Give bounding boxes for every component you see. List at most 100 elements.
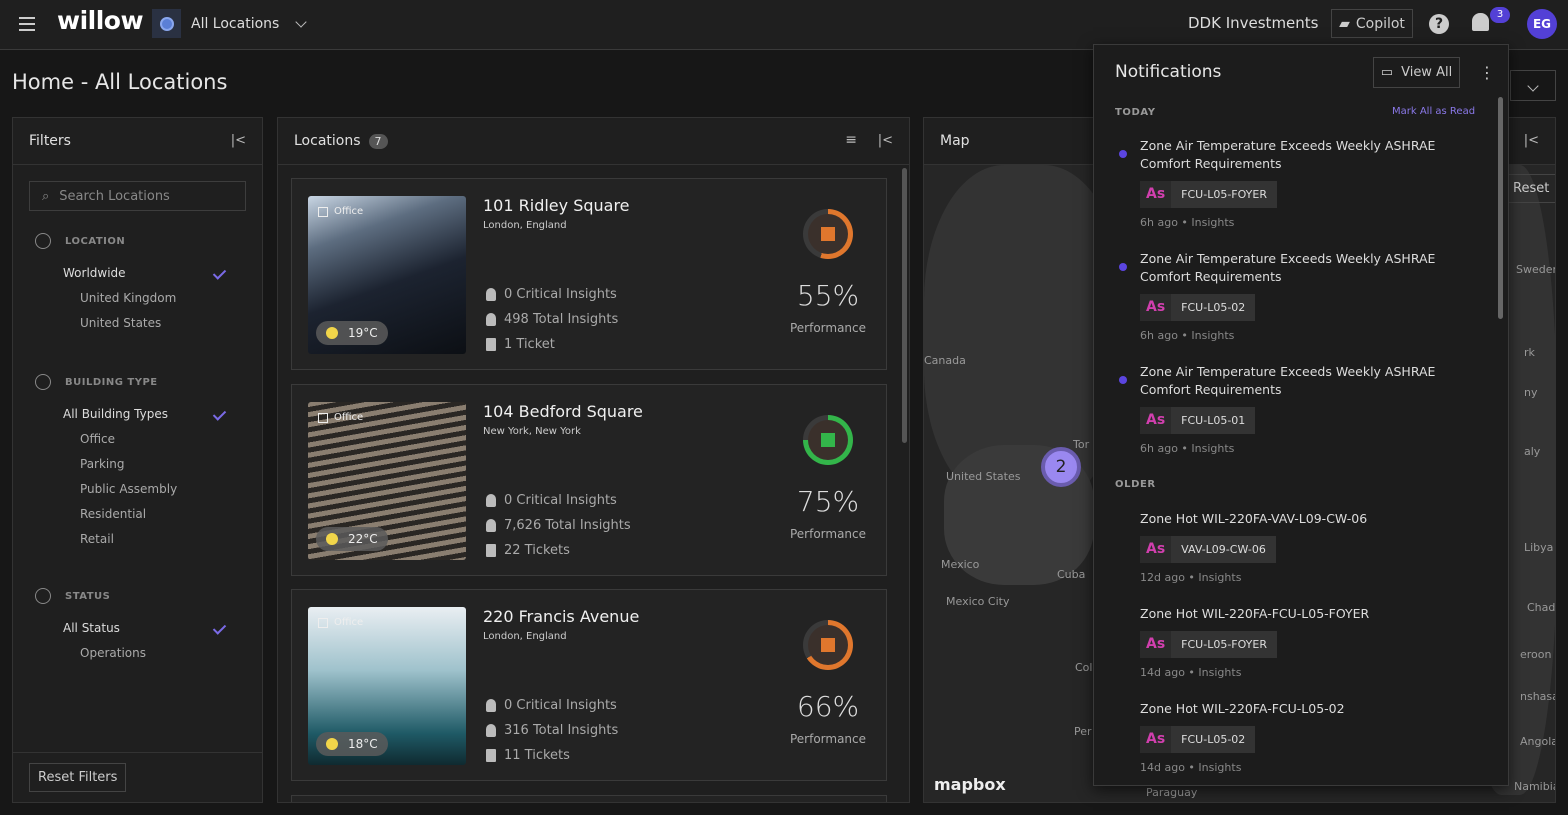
weather-badge: 18°C [316,732,388,756]
notification-time: 6h ago [1140,329,1178,342]
help-icon[interactable]: ? [1429,14,1449,34]
asset-chip[interactable]: As FCU-L05-02 [1140,726,1256,753]
building-image: Office 19°C [308,196,466,354]
asset-chip[interactable]: As VAV-L09-CW-06 [1140,536,1276,563]
collapse-icon[interactable]: |< [231,133,246,148]
notifications-title: Notifications [1115,62,1222,82]
view-all-button[interactable]: ▭ View All [1373,57,1460,88]
group-today: TODAY [1115,107,1156,118]
building-icon [318,412,328,423]
check-icon [212,266,227,280]
asset-badge: As [1140,181,1172,208]
sort-icon[interactable]: ≡ [845,132,857,148]
map-label: nshasa [1520,690,1556,703]
map-reset-button[interactable]: Reset [1504,174,1555,203]
notification-item[interactable]: Zone Hot WIL-220FA-FCU-L05-FOYER As FCU-L… [1140,605,1480,679]
notification-source: Insights [1191,216,1235,229]
reset-filters-button[interactable]: Reset Filters [29,763,127,792]
building-icon [35,374,51,390]
filter-option[interactable]: All Building Types [13,402,262,427]
map-label: Libya [1524,541,1554,554]
asset-badge: As [1140,536,1172,563]
weather-icon [326,738,338,750]
map-title: Map [940,133,970,149]
filter-option[interactable]: United States [13,311,262,336]
location-card[interactable]: Office 19°C 101 Ridley Square London, En… [291,178,887,370]
collapse-icon[interactable]: |< [1524,133,1539,148]
filter-option[interactable]: Public Assembly [13,477,262,502]
notification-source: Insights [1191,329,1235,342]
asset-badge: As [1140,726,1172,753]
map-cluster-marker[interactable]: 2 [1041,447,1081,487]
location-card[interactable] [291,795,887,802]
location-name[interactable]: 220 Francis Avenue [483,607,639,626]
asset-badge: As [1140,631,1172,658]
weather-icon [326,327,338,339]
location-card[interactable]: Office 22°C 104 Bedford Square New York,… [291,384,887,576]
locations-title: Locations [294,133,361,149]
map-label: Canada [924,354,966,367]
unread-dot [1119,263,1127,271]
locations-panel: Locations 7 ≡ |< Office 19°C 101 Ridley S… [277,117,910,803]
clipboard-icon [486,338,496,351]
filter-option[interactable]: Parking [13,452,262,477]
notification-item[interactable]: Zone Air Temperature Exceeds Weekly ASHR… [1119,137,1480,229]
location-name[interactable]: 101 Ridley Square [483,196,630,215]
asset-chip[interactable]: As FCU-L05-FOYER [1140,181,1277,208]
copilot-label: Copilot [1355,15,1405,32]
willow-logo[interactable]: willow [57,6,144,35]
notification-source: Insights [1191,442,1235,455]
notification-item[interactable]: Zone Air Temperature Exceeds Weekly ASHR… [1119,363,1480,455]
performance-label: Performance [789,732,867,746]
location-address: New York, New York [483,426,581,437]
building-image: Office 22°C [308,402,466,560]
notification-title: Zone Air Temperature Exceeds Weekly ASHR… [1140,138,1436,171]
weather-badge: 19°C [316,321,388,345]
performance-ring [803,620,853,670]
organization-name[interactable]: DDK Investments [1188,14,1318,32]
filter-option[interactable]: Operations [13,641,262,666]
lightbulb-icon [486,724,496,737]
asset-chip[interactable]: As FCU-L05-01 [1140,407,1256,434]
copilot-button[interactable]: ▰ Copilot [1331,9,1413,38]
filter-option[interactable]: All Status [13,616,262,641]
scrollbar[interactable] [1498,97,1503,319]
map-label: Per [1074,725,1092,738]
menu-icon[interactable] [19,17,35,31]
asset-chip[interactable]: As FCU-L05-02 [1140,294,1256,321]
filter-option[interactable]: Residential [13,502,262,527]
notification-source: Insights [1198,666,1242,679]
location-card[interactable]: Office 18°C 220 Francis Avenue London, E… [291,589,887,781]
filter-option[interactable]: Retail [13,527,262,552]
location-selector[interactable]: All Locations [152,9,307,38]
group-older: OLDER [1115,479,1156,490]
more-options-icon[interactable]: ⋮ [1479,63,1495,82]
bell-icon[interactable] [1472,13,1489,31]
location-selector-label: All Locations [191,15,280,32]
asset-chip[interactable]: As FCU-L05-FOYER [1140,631,1277,658]
notification-item[interactable]: Zone Hot WIL-220FA-FCU-L05-02 As FCU-L05-… [1140,700,1480,774]
notification-time: 14d ago [1140,666,1185,679]
location-name[interactable]: 104 Bedford Square [483,402,643,421]
locations-count: 7 [368,133,388,149]
map-label: Tor [1073,438,1090,451]
user-avatar[interactable]: EG [1527,9,1557,39]
top-bar: willow All Locations DDK Investments ▰ Co… [0,0,1568,50]
search-locations-input[interactable]: ⌕ Search Locations [29,181,246,211]
filter-option[interactable]: Office [13,427,262,452]
clipboard-icon [486,749,496,762]
dropdown-button[interactable] [1510,70,1556,101]
filter-option[interactable]: Worldwide [13,261,262,286]
notification-item[interactable]: Zone Air Temperature Exceeds Weekly ASHR… [1119,250,1480,342]
notification-title: Zone Air Temperature Exceeds Weekly ASHR… [1140,251,1436,284]
mark-all-read-link[interactable]: Mark All as Read [1392,106,1475,117]
lightbulb-icon [486,288,496,301]
filter-option[interactable]: United Kingdom [13,286,262,311]
scrollbar[interactable] [902,168,907,443]
performance-value: 55% [796,279,860,312]
inbox-icon: ▭ [1380,65,1394,80]
chevron-down-icon [295,15,307,28]
notification-item[interactable]: Zone Hot WIL-220FA-VAV-L09-CW-06 As VAV-L… [1140,510,1480,584]
collapse-icon[interactable]: |< [878,133,893,148]
filters-panel: Filters |< ⌕ Search Locations LOCATION Worl… [12,117,263,803]
